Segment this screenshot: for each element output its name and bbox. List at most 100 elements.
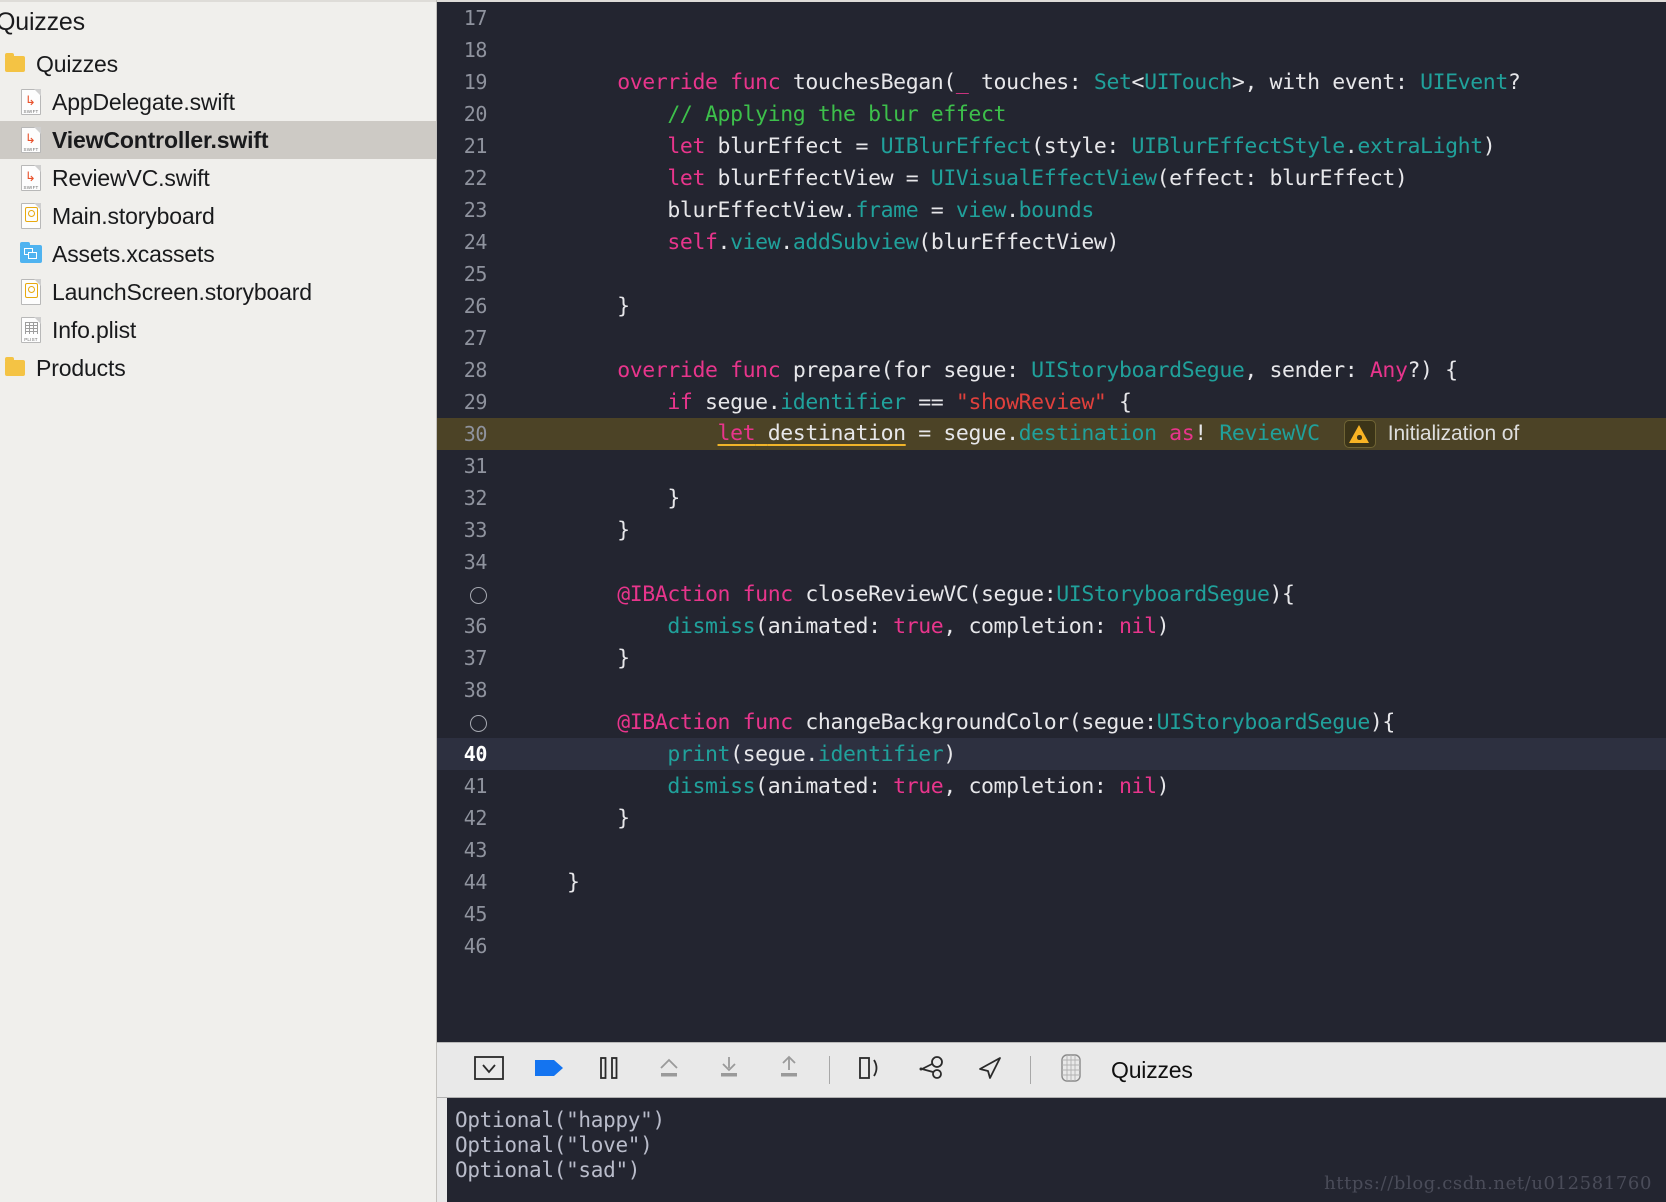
gutter-line-number[interactable]: 28 bbox=[437, 358, 501, 382]
gutter-line-number[interactable]: 23 bbox=[437, 198, 501, 222]
gutter-line-number[interactable]: 17 bbox=[437, 6, 501, 30]
navigator-item-products[interactable]: Products bbox=[0, 349, 436, 387]
gutter-line-number[interactable]: 41 bbox=[437, 774, 501, 798]
gutter-line-number[interactable]: 26 bbox=[437, 294, 501, 318]
gutter-line-number[interactable]: 21 bbox=[437, 134, 501, 158]
code-line[interactable]: 36 dismiss(animated: true, completion: n… bbox=[437, 610, 1666, 642]
gutter-line-number[interactable]: 42 bbox=[437, 806, 501, 830]
code-line[interactable]: 43 bbox=[437, 834, 1666, 866]
active-scheme-label[interactable]: Quizzes bbox=[1111, 1057, 1193, 1084]
code-line[interactable]: 21 let blurEffect = UIBlurEffect(style: … bbox=[437, 130, 1666, 162]
code-line[interactable]: 23 blurEffectView.frame = view.bounds bbox=[437, 194, 1666, 226]
memory-graph-button[interactable] bbox=[900, 1048, 960, 1092]
gutter-action-marker[interactable] bbox=[437, 710, 501, 734]
navigator-item-reviewvc-swift[interactable]: ↳ SWIFT ReviewVC.swift bbox=[0, 159, 436, 197]
gutter-line-number[interactable]: 30 bbox=[437, 422, 501, 446]
gutter-line-number[interactable]: 34 bbox=[437, 550, 501, 574]
code-line[interactable]: @IBAction func changeBackgroundColor(seg… bbox=[437, 706, 1666, 738]
gutter-line-number[interactable]: 32 bbox=[437, 486, 501, 510]
gutter-line-number[interactable]: 37 bbox=[437, 646, 501, 670]
simulate-location-button[interactable] bbox=[960, 1048, 1020, 1092]
project-root-title: Quizzes bbox=[0, 8, 85, 36]
code-line[interactable]: 40 print(segue.identifier) bbox=[437, 738, 1666, 770]
code-line[interactable]: 46 bbox=[437, 930, 1666, 962]
code-line[interactable]: 45 bbox=[437, 898, 1666, 930]
view-hierarchy-button[interactable] bbox=[840, 1048, 900, 1092]
code-line[interactable]: 30 let destination = segue.destination a… bbox=[437, 418, 1666, 450]
memory-graph-icon bbox=[914, 1054, 946, 1087]
navigator-item-info-plist[interactable]: PLIST Info.plist bbox=[0, 311, 436, 349]
hide-debug-area-button[interactable] bbox=[459, 1048, 519, 1092]
gutter-line-number[interactable]: 29 bbox=[437, 390, 501, 414]
gutter-line-number[interactable]: 27 bbox=[437, 326, 501, 350]
gutter-line-number[interactable]: 43 bbox=[437, 838, 501, 862]
code-line[interactable]: 19 override func touchesBegan(_ touches:… bbox=[437, 66, 1666, 98]
code-line[interactable]: 38 bbox=[437, 674, 1666, 706]
code-line-text: } bbox=[567, 805, 630, 831]
code-line[interactable]: 17 bbox=[437, 2, 1666, 34]
code-line[interactable]: 44} bbox=[437, 866, 1666, 898]
navigator-item-appdelegate-swift[interactable]: ↳ SWIFT AppDelegate.swift bbox=[0, 83, 436, 121]
process-grid-button[interactable] bbox=[1041, 1048, 1101, 1092]
code-line[interactable]: 18 bbox=[437, 34, 1666, 66]
inline-warning-badge[interactable]: Initialization of bbox=[1343, 420, 1519, 448]
navigator-item-main-storyboard[interactable]: Main.storyboard bbox=[0, 197, 436, 235]
navigator-item-label: Products bbox=[36, 354, 126, 381]
navigator-item-launchscreen-storyboard[interactable]: LaunchScreen.storyboard bbox=[0, 273, 436, 311]
code-line-text: } bbox=[567, 517, 630, 543]
navigator-item-quizzes[interactable]: Quizzes bbox=[0, 45, 436, 83]
navigator-item-label: ReviewVC.swift bbox=[52, 164, 210, 191]
ibaction-connection-icon[interactable] bbox=[470, 715, 487, 732]
gutter-line-number[interactable]: 45 bbox=[437, 902, 501, 926]
code-line[interactable]: 28 override func prepare(for segue: UISt… bbox=[437, 354, 1666, 386]
navigator-file-list[interactable]: Quizzes ↳ SWIFT AppDelegate.swift ↳ SWIFT View… bbox=[0, 45, 436, 387]
code-line[interactable]: 25 bbox=[437, 258, 1666, 290]
continue-button[interactable] bbox=[519, 1048, 579, 1092]
code-line[interactable]: 26 } bbox=[437, 290, 1666, 322]
step-over-button[interactable] bbox=[639, 1048, 699, 1092]
warning-triangle-icon bbox=[1343, 420, 1376, 448]
code-line[interactable]: 41 dismiss(animated: true, completion: n… bbox=[437, 770, 1666, 802]
code-line[interactable]: 20 // Applying the blur effect bbox=[437, 98, 1666, 130]
step-over-icon bbox=[654, 1054, 684, 1087]
gutter-line-number[interactable]: 36 bbox=[437, 614, 501, 638]
gutter-line-number[interactable]: 22 bbox=[437, 166, 501, 190]
code-line[interactable]: 24 self.view.addSubview(blurEffectView) bbox=[437, 226, 1666, 258]
gutter-line-number[interactable]: 31 bbox=[437, 454, 501, 478]
code-line[interactable]: 22 let blurEffectView = UIVisualEffectVi… bbox=[437, 162, 1666, 194]
gutter-line-number[interactable]: 19 bbox=[437, 70, 501, 94]
code-line[interactable]: 29 if segue.identifier == "showReview" { bbox=[437, 386, 1666, 418]
code-line-text: blurEffectView.frame = view.bounds bbox=[567, 197, 1094, 223]
gutter-line-number[interactable]: 38 bbox=[437, 678, 501, 702]
xcode-window: Quizzes Quizzes ↳ SWIFT AppDelegate.swift ↳ S… bbox=[0, 0, 1666, 1202]
gutter-line-number[interactable]: 20 bbox=[437, 102, 501, 126]
code-line[interactable]: 32 } bbox=[437, 482, 1666, 514]
navigator-item-assets-xcassets[interactable]: Assets.xcassets bbox=[0, 235, 436, 273]
code-line[interactable]: 31 bbox=[437, 450, 1666, 482]
debug-console[interactable]: Optional("happy") Optional("love") Optiona… bbox=[437, 1098, 1666, 1202]
gutter-action-marker[interactable] bbox=[437, 582, 501, 606]
process-grid-icon bbox=[1057, 1053, 1085, 1088]
pause-button[interactable] bbox=[579, 1048, 639, 1092]
code-line[interactable]: 34 bbox=[437, 546, 1666, 578]
console-line: Optional("happy") bbox=[455, 1108, 665, 1132]
gutter-line-number[interactable]: 18 bbox=[437, 38, 501, 62]
gutter-line-number[interactable]: 40 bbox=[437, 742, 501, 766]
gutter-line-number[interactable]: 44 bbox=[437, 870, 501, 894]
code-line[interactable]: 42 } bbox=[437, 802, 1666, 834]
ibaction-connection-icon[interactable] bbox=[470, 587, 487, 604]
code-editor[interactable]: 17 18 19 override func touchesBegan(_ touc… bbox=[437, 2, 1666, 1042]
code-line[interactable]: @IBAction func closeReviewVC(segue:UISto… bbox=[437, 578, 1666, 610]
step-into-button[interactable] bbox=[699, 1048, 759, 1092]
code-line-text: } bbox=[567, 645, 630, 671]
code-line[interactable]: 33 } bbox=[437, 514, 1666, 546]
navigator-item-viewcontroller-swift[interactable]: ↳ SWIFT ViewController.swift bbox=[0, 121, 436, 159]
step-out-button[interactable] bbox=[759, 1048, 819, 1092]
gutter-line-number[interactable]: 46 bbox=[437, 934, 501, 958]
gutter-line-number[interactable]: 24 bbox=[437, 230, 501, 254]
gutter-line-number[interactable]: 33 bbox=[437, 518, 501, 542]
code-line-text: } bbox=[567, 869, 580, 895]
code-line[interactable]: 37 } bbox=[437, 642, 1666, 674]
code-line[interactable]: 27 bbox=[437, 322, 1666, 354]
gutter-line-number[interactable]: 25 bbox=[437, 262, 501, 286]
